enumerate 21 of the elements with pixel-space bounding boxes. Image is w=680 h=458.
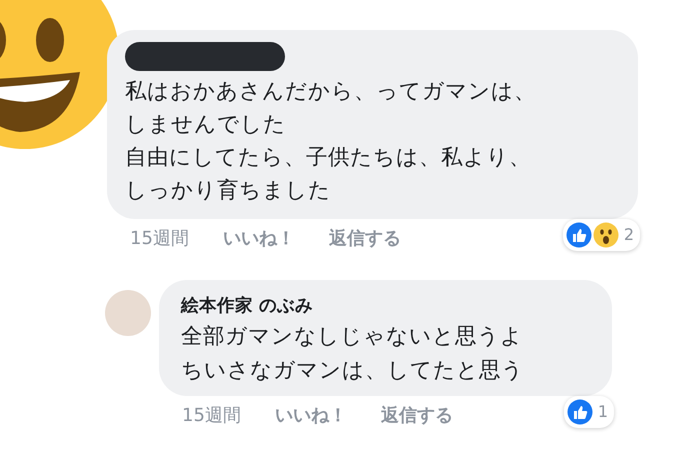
timestamp: 15週間 — [130, 227, 189, 251]
comment-text: 自由にしてたら、子供たちは、私より、 — [125, 144, 532, 172]
author-name[interactable]: 絵本作家 のぶみ — [181, 292, 590, 320]
reply-link[interactable]: 返信する — [328, 225, 401, 252]
thumbs-up-icon — [566, 399, 593, 425]
thumbs-up-icon — [566, 222, 592, 248]
like-link[interactable]: いいね！ — [222, 225, 295, 252]
comment-text: しっかり育ちました — [125, 177, 332, 205]
reaction-summary[interactable]: 2 — [562, 219, 640, 251]
comment-text: 全部ガマンなしじゃないと思うよ — [181, 323, 524, 351]
like-link[interactable]: いいね！ — [274, 402, 347, 429]
photo-placeholder — [105, 290, 151, 336]
comment-text: 私はおかあさんだから、ってガマンは、 — [125, 78, 537, 106]
timestamp: 15週間 — [182, 404, 241, 428]
comment-text: しませんでした — [125, 111, 287, 139]
surprised-face-icon — [592, 222, 619, 248]
reaction-count: 1 — [596, 401, 608, 423]
comment-text: ちいさなガマンは、してたと思う — [181, 357, 525, 385]
reply-link[interactable]: 返信する — [380, 402, 453, 429]
reaction-count: 2 — [622, 224, 634, 246]
reaction-summary[interactable]: 1 — [564, 396, 614, 428]
